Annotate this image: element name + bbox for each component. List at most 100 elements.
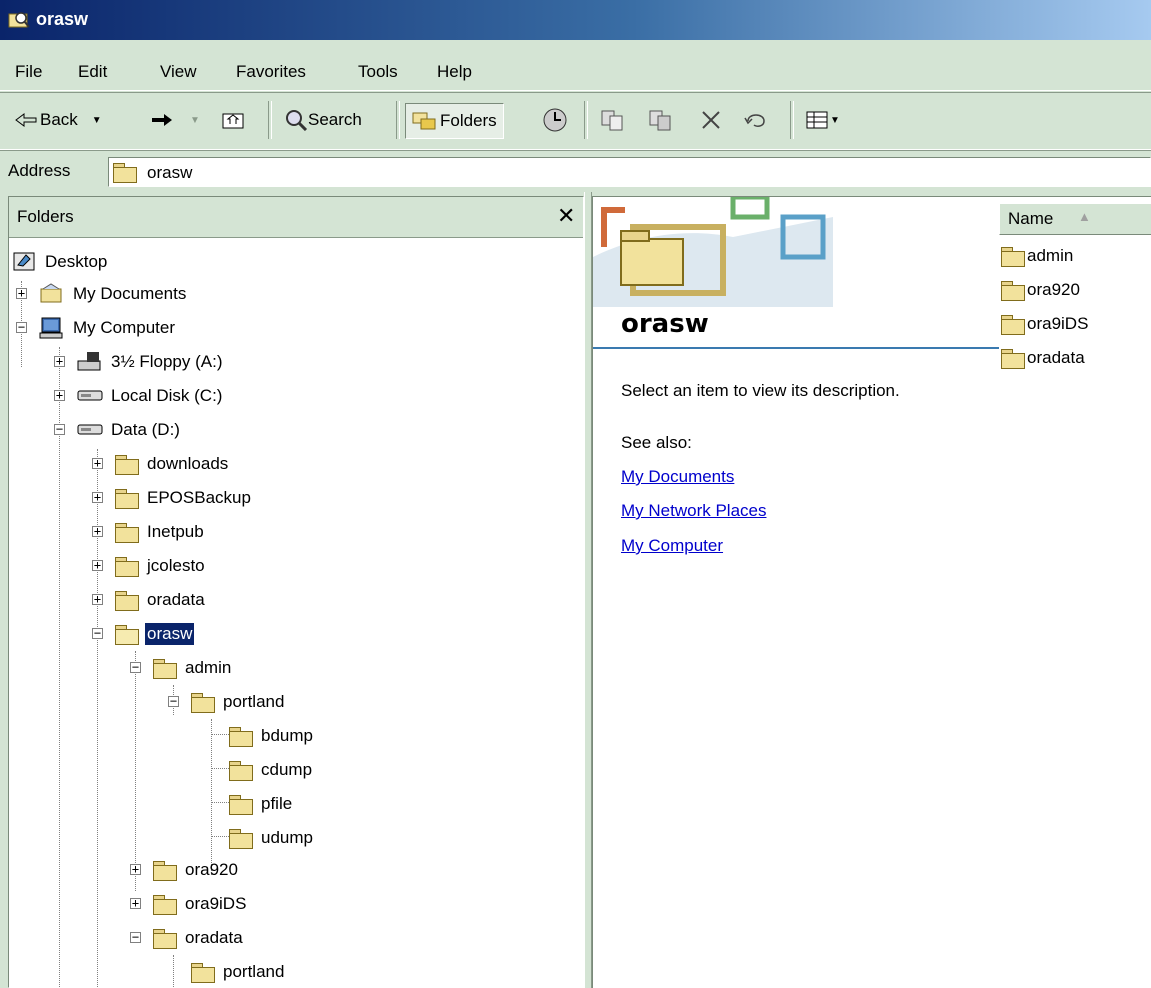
forward-button[interactable]: ▼	[150, 103, 200, 137]
history-button[interactable]	[542, 103, 568, 137]
folder-icon	[229, 726, 253, 747]
expand-plus-icon[interactable]: +	[130, 863, 141, 875]
expand-plus-icon[interactable]: +	[92, 525, 103, 537]
expand-plus-icon[interactable]: +	[92, 593, 103, 605]
collapse-minus-icon[interactable]: −	[130, 931, 141, 943]
search-button[interactable]: Search	[284, 103, 362, 137]
expand-plus-icon[interactable]: +	[16, 287, 27, 299]
tree-node-jcolesto[interactable]: jcolesto	[115, 551, 207, 581]
folder-title: orasw	[621, 309, 709, 339]
address-input[interactable]: orasw	[108, 157, 1151, 187]
tree-node-bdump[interactable]: bdump	[229, 721, 315, 751]
menu-tools[interactable]: Tools	[358, 62, 398, 82]
menu-bar: File Edit View Favorites Tools Help	[0, 40, 1151, 91]
forward-dropdown-icon[interactable]: ▼	[190, 115, 200, 126]
tree-label: EPOSBackup	[147, 488, 251, 507]
move-to-icon	[601, 110, 623, 131]
file-item-admin[interactable]: admin	[1001, 241, 1073, 271]
title-bar[interactable]: orasw	[0, 0, 1151, 40]
tree-node-my-documents[interactable]: My Documents	[39, 279, 188, 309]
close-icon[interactable]: ✕	[557, 203, 575, 229]
folders-icon	[412, 112, 436, 130]
folder-icon	[229, 828, 253, 849]
floppy-drive-icon	[77, 352, 101, 371]
collapse-minus-icon[interactable]: −	[92, 627, 103, 639]
back-button[interactable]: Back ▼	[14, 103, 102, 137]
file-item-ora920[interactable]: ora920	[1001, 275, 1080, 305]
folders-button[interactable]: Folders	[405, 103, 504, 139]
file-label: admin	[1027, 246, 1074, 265]
description-text: Select an item to view its description.	[621, 381, 900, 400]
copy-to-icon	[649, 110, 671, 131]
menu-favorites[interactable]: Favorites	[236, 62, 306, 82]
tree-label: jcolesto	[147, 556, 205, 575]
menu-view[interactable]: View	[160, 62, 197, 82]
expand-plus-icon[interactable]: +	[92, 491, 103, 503]
folder-icon	[1001, 280, 1025, 301]
menu-help[interactable]: Help	[437, 62, 472, 82]
views-button[interactable]: ▼	[806, 103, 840, 137]
tree-node-admin[interactable]: admin	[153, 653, 233, 683]
tree-node-data-d[interactable]: Data (D:)	[77, 415, 182, 445]
tree-label: admin	[185, 658, 232, 677]
folder-icon	[229, 794, 253, 815]
tree-node-pfile[interactable]: pfile	[229, 789, 294, 819]
link-my-computer[interactable]: My Computer	[621, 536, 723, 556]
tree-node-portland-sub[interactable]: portland	[191, 957, 286, 987]
tree-node-oradata[interactable]: oradata	[115, 585, 207, 615]
undo-button[interactable]	[744, 103, 768, 137]
tree-node-orasw[interactable]: orasw	[115, 619, 195, 649]
link-my-network-places[interactable]: My Network Places	[621, 501, 766, 521]
expand-plus-icon[interactable]: +	[92, 559, 103, 571]
file-item-ora9ids[interactable]: ora9iDS	[1001, 309, 1088, 339]
pane-splitter[interactable]	[584, 192, 592, 988]
tree-node-my-computer[interactable]: My Computer	[39, 313, 177, 343]
file-item-oradata[interactable]: oradata	[1001, 343, 1085, 373]
expand-plus-icon[interactable]: +	[130, 897, 141, 909]
tree-node-oradata-sub[interactable]: oradata	[153, 923, 245, 953]
tree-node-cdump[interactable]: cdump	[229, 755, 314, 785]
tree-node-portland[interactable]: portland	[191, 687, 286, 717]
collapse-minus-icon[interactable]: −	[54, 423, 65, 435]
address-value: orasw	[147, 163, 193, 182]
expand-plus-icon[interactable]: +	[54, 355, 65, 367]
tree-node-udump[interactable]: udump	[229, 823, 315, 853]
up-folder-button[interactable]	[222, 103, 246, 137]
menu-file[interactable]: File	[15, 62, 42, 82]
name-column-header[interactable]: Name ▲	[999, 203, 1151, 235]
link-my-documents[interactable]: My Documents	[621, 467, 734, 487]
tree-node-ora9ids[interactable]: ora9iDS	[153, 889, 248, 919]
tree-label: Desktop	[45, 252, 108, 271]
back-dropdown-icon[interactable]: ▼	[92, 115, 102, 126]
copy-to-button[interactable]	[648, 103, 674, 137]
collapse-minus-icon[interactable]: −	[168, 695, 179, 707]
folder-icon	[191, 692, 215, 713]
folder-icon	[229, 760, 253, 781]
tree-node-desktop[interactable]: Desktop	[13, 247, 109, 277]
menu-edit[interactable]: Edit	[78, 62, 107, 82]
folder-icon	[153, 658, 177, 679]
file-label: oradata	[1027, 348, 1085, 367]
tree-label: 3½ Floppy (A:)	[111, 352, 223, 371]
collapse-minus-icon[interactable]: −	[130, 661, 141, 673]
views-dropdown-icon[interactable]: ▼	[830, 115, 840, 126]
tree-node-downloads[interactable]: downloads	[115, 449, 230, 479]
tree-node-eposbackup[interactable]: EPOSBackup	[115, 483, 253, 513]
content-pane: orasw Select an item to view its descrip…	[592, 196, 1151, 988]
tree-node-local-disk-c[interactable]: Local Disk (C:)	[77, 381, 224, 411]
move-to-button[interactable]	[600, 103, 626, 137]
tree-node-inetpub[interactable]: Inetpub	[115, 517, 206, 547]
tree-label: portland	[223, 692, 285, 711]
address-label: Address	[8, 161, 71, 180]
expand-plus-icon[interactable]: +	[92, 457, 103, 469]
delete-button[interactable]	[700, 103, 722, 137]
undo-icon	[744, 114, 765, 127]
collapse-minus-icon[interactable]: −	[16, 321, 27, 333]
search-label: Search	[308, 110, 362, 129]
expand-plus-icon[interactable]: +	[54, 389, 65, 401]
folder-icon	[115, 556, 139, 577]
folders-title: Folders	[17, 207, 74, 226]
tree-node-ora920[interactable]: ora920	[153, 855, 240, 885]
tree-node-floppy[interactable]: 3½ Floppy (A:)	[77, 347, 225, 377]
tree-label: My Documents	[73, 284, 187, 303]
